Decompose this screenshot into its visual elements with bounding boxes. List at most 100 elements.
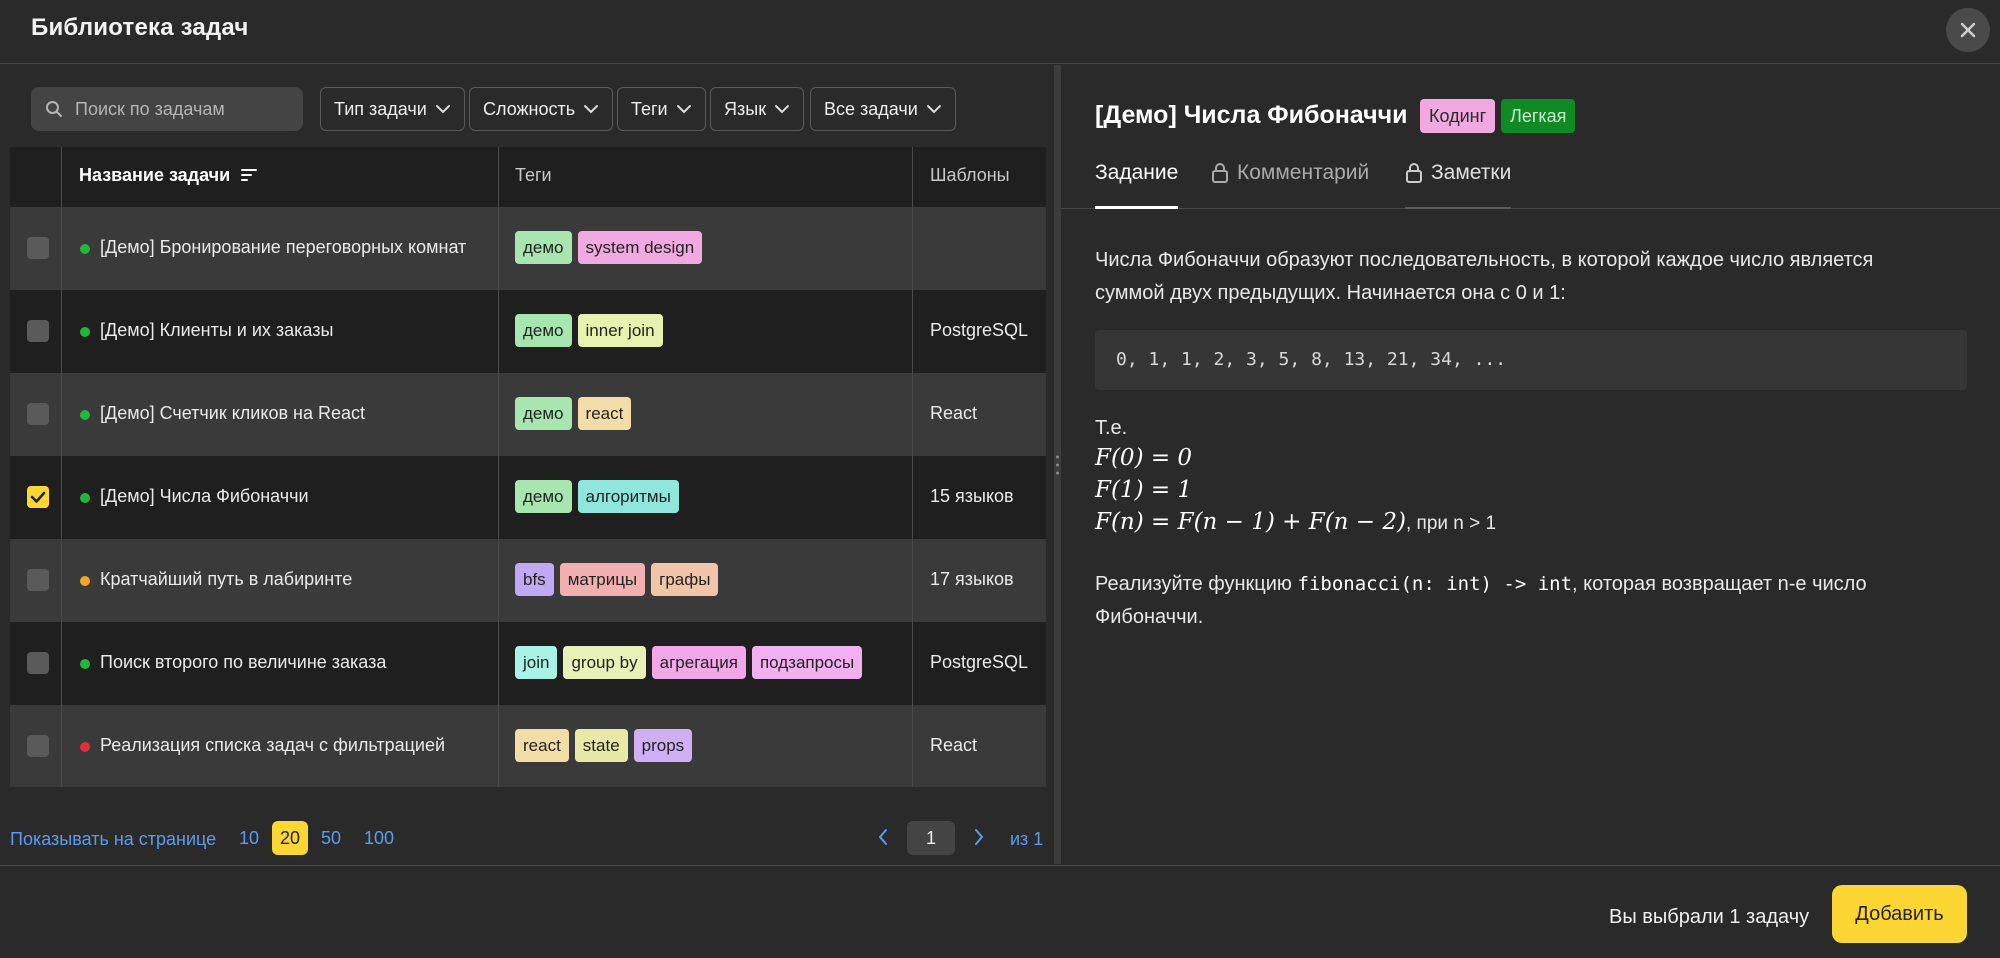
filter-label: Все задачи <box>824 98 918 119</box>
task-templates: 17 языков <box>930 569 1014 589</box>
page-size-10[interactable]: 10 <box>232 821 266 855</box>
table-row[interactable]: Поиск второго по величине заказа join grou… <box>10 622 1046 705</box>
row-checkbox[interactable] <box>27 237 49 259</box>
tag-badge: матрицы <box>559 563 646 596</box>
status-dot <box>80 327 90 337</box>
detail-tabs: Задание Комментарий Заметки <box>1061 161 2000 209</box>
row-checkbox[interactable] <box>27 403 49 425</box>
dialog-header: Библиотека задач <box>0 0 2000 64</box>
tag-badge: алгоритмы <box>577 480 679 513</box>
page-size-20[interactable]: 20 <box>272 821 308 855</box>
tag-badge: демо <box>515 231 572 264</box>
task-tags: демо react <box>515 397 632 430</box>
row-checkbox[interactable] <box>27 320 49 342</box>
table-row[interactable]: Реализация списка задач с фильтрацией rea… <box>10 705 1046 787</box>
search-icon <box>46 101 62 117</box>
impl-suffix: , которая возвращает n-е число <box>1572 573 1867 595</box>
table-row[interactable]: [Демо] Счетчик кликов на React демо react R… <box>10 373 1046 456</box>
formula-fn-condition: , при n > 1 <box>1406 513 1497 534</box>
close-button[interactable] <box>1946 8 1990 52</box>
task-name: Реализация списка задач с фильтрацией <box>100 735 446 755</box>
difficulty-badge: Легкая <box>1501 99 1576 133</box>
status-dot <box>80 493 90 503</box>
table-row[interactable]: [Демо] Бронирование переговорных комнат д… <box>10 207 1046 290</box>
task-templates: React <box>930 735 978 755</box>
column-divider <box>912 147 913 787</box>
task-tags: демо inner join <box>515 314 663 347</box>
table-row[interactable]: [Демо] Числа Фибоначчи демо алгоритмы 15 яз… <box>10 456 1046 539</box>
tab-label: Заметки <box>1431 161 1512 184</box>
table-row[interactable]: Кратчайший путь в лабиринте bfs матрицы гра… <box>10 539 1046 622</box>
filter-tags[interactable]: Теги <box>617 87 706 131</box>
lock-icon <box>1406 163 1422 183</box>
column-divider <box>498 147 499 787</box>
sort-icon <box>241 169 258 181</box>
tasks-table: Название задачи Теги Шаблоны [Демо] Брон… <box>10 147 1046 787</box>
row-checkbox[interactable] <box>27 569 49 591</box>
implementation-line: Фибоначчи. <box>1095 606 1204 628</box>
lock-icon <box>1212 163 1228 183</box>
current-page[interactable]: 1 <box>907 821 955 855</box>
tag-badge: bfs <box>515 563 554 596</box>
tab-comment[interactable]: Комментарий <box>1211 161 1369 209</box>
tab-notes[interactable]: Заметки <box>1405 161 1512 209</box>
check-icon <box>30 491 46 503</box>
add-button[interactable]: Добавить <box>1832 885 1967 943</box>
filter-task-type[interactable]: Тип задачи <box>320 87 465 131</box>
search-input[interactable]: Поиск по задачам <box>31 87 303 131</box>
task-templates: PostgreSQL <box>930 320 1029 340</box>
implementation-text: Реализуйте функцию fibonacci(n: int) -> … <box>1095 568 1965 634</box>
row-checkbox[interactable] <box>27 652 49 674</box>
te-text: Т.е. <box>1095 417 1128 439</box>
status-dot <box>80 659 90 669</box>
tag-badge: подзапросы <box>751 646 863 679</box>
prev-page-icon[interactable] <box>876 827 890 847</box>
filter-label: Язык <box>724 98 767 119</box>
tag-badge: агрегация <box>651 646 746 679</box>
task-name: Кратчайший путь в лабиринте <box>100 569 353 589</box>
task-name: [Демо] Бронирование переговорных комнат <box>100 237 467 257</box>
dialog-footer: Вы выбрали 1 задачу Добавить <box>0 865 2000 958</box>
task-templates: PostgreSQL <box>930 652 1029 672</box>
table-header: Название задачи Теги Шаблоны <box>10 147 1046 207</box>
table-row[interactable]: [Демо] Клиенты и их заказы демо inner join… <box>10 290 1046 373</box>
page-total: из 1 <box>1010 829 1044 849</box>
filter-language[interactable]: Язык <box>710 87 805 131</box>
row-checkbox[interactable] <box>27 486 49 508</box>
implementation-line: Реализуйте функцию fibonacci(n: int) -> … <box>1095 568 1965 601</box>
tag-badge: react <box>515 729 569 762</box>
task-name: [Демо] Счетчик кликов на React <box>100 403 365 423</box>
filter-label: Тип задачи <box>334 98 427 119</box>
page-size-50[interactable]: 50 <box>314 821 348 855</box>
dialog-title: Библиотека задач <box>31 14 249 41</box>
column-divider <box>61 147 62 787</box>
tag-badge: state <box>574 729 628 762</box>
column-header-name[interactable]: Название задачи <box>79 165 258 186</box>
tab-assignment[interactable]: Задание <box>1095 161 1179 209</box>
pane-splitter[interactable] <box>1054 65 1061 864</box>
tab-label: Комментарий <box>1237 161 1370 184</box>
tag-badge: system design <box>577 231 703 264</box>
status-dot <box>80 576 90 586</box>
task-tags: bfs матрицы графы <box>515 563 719 596</box>
close-icon <box>1960 22 1976 38</box>
status-dot <box>80 410 90 420</box>
tag-badge: group by <box>563 646 646 679</box>
type-badge: Кодинг <box>1420 99 1496 133</box>
filter-difficulty[interactable]: Сложность <box>469 87 614 131</box>
filter-all-tasks[interactable]: Все задачи <box>810 87 956 131</box>
tag-badge: join <box>515 646 558 679</box>
tag-badge: демо <box>515 397 572 430</box>
tag-badge: inner join <box>577 314 663 347</box>
formula-fn-expr: F(n) = F(n − 1) + F(n − 2) <box>1095 509 1406 535</box>
status-dot <box>80 244 90 254</box>
formula-f1: F(1) = 1 <box>1095 477 1193 503</box>
page-size-100[interactable]: 100 <box>358 821 400 855</box>
description-line: Числа Фибоначчи образуют последовательно… <box>1095 249 1874 271</box>
row-checkbox[interactable] <box>27 735 49 757</box>
task-tags: демо system design <box>515 231 703 264</box>
tag-badge: react <box>577 397 632 430</box>
tag-badge: графы <box>651 563 719 596</box>
drag-handle-icon <box>1056 455 1059 475</box>
next-page-icon[interactable] <box>972 827 986 847</box>
